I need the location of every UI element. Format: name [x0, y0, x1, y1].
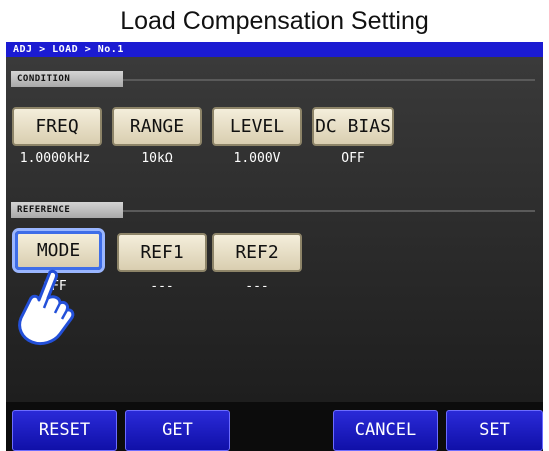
- range-button[interactable]: RANGE: [112, 107, 202, 146]
- range-value: 10kΩ: [141, 151, 173, 166]
- settings-panel: CONDITION FREQ RANGE LEVEL DC BIAS 1.000…: [6, 57, 543, 402]
- condition-divider: [123, 79, 535, 81]
- level-value: 1.000V: [233, 151, 281, 166]
- breadcrumb: ADJ > LOAD > No.1: [6, 42, 543, 57]
- freq-value: 1.0000kHz: [19, 151, 91, 166]
- condition-section-label: CONDITION: [11, 71, 123, 87]
- level-button[interactable]: LEVEL: [212, 107, 302, 146]
- ref1-value: ---: [150, 279, 174, 294]
- ref2-value: ---: [245, 279, 269, 294]
- mode-button[interactable]: MODE: [15, 231, 102, 270]
- dc-bias-button[interactable]: DC BIAS: [312, 107, 394, 146]
- set-button[interactable]: SET: [446, 410, 543, 451]
- ref1-button[interactable]: REF1: [117, 233, 207, 272]
- reset-button[interactable]: RESET: [12, 410, 117, 451]
- freq-button[interactable]: FREQ: [12, 107, 102, 146]
- get-button[interactable]: GET: [125, 410, 230, 451]
- ref2-button[interactable]: REF2: [212, 233, 302, 272]
- window-title: Load Compensation Setting: [120, 7, 429, 35]
- reference-divider: [123, 210, 535, 212]
- lcd-screen: ADJ > LOAD > No.1 CONDITION FREQ RANGE L…: [6, 42, 543, 451]
- dc-bias-value: OFF: [341, 151, 365, 166]
- cancel-button[interactable]: CANCEL: [333, 410, 438, 451]
- reference-section-label: REFERENCE: [11, 202, 123, 218]
- pointing-hand-icon: [18, 269, 75, 346]
- bottom-bar: RESET GET CANCEL SET: [6, 402, 543, 451]
